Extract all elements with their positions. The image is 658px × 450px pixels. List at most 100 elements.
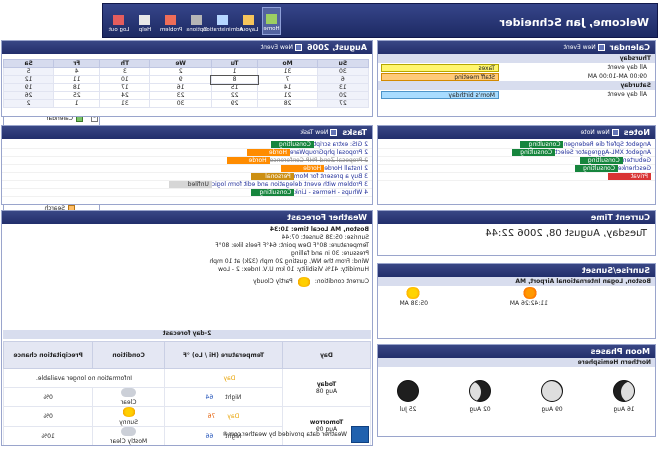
calendar-day-cell[interactable]: 15	[211, 83, 258, 92]
calendar-day-cell[interactable]: 26	[3, 91, 54, 100]
category-label: Consulting	[270, 141, 314, 148]
moon-hemisphere: Northern Hemisphere	[378, 358, 655, 367]
calendar-day-cell[interactable]: 1	[53, 99, 100, 108]
forecast-column: Condition	[92, 341, 165, 369]
list-item[interactable]: 2 GIS: extra script Consulting	[2, 141, 372, 149]
calendar-day-cell[interactable]: 30	[317, 67, 369, 76]
calendar-day-cell[interactable]: 22	[211, 91, 258, 100]
calendar-day-cell[interactable]: 31	[99, 99, 150, 108]
calendar-day-cell[interactable]: 10	[99, 75, 150, 84]
calendar-day-cell[interactable]: 3	[99, 67, 150, 76]
list-item[interactable]: 2 Proposal phpGroupWare Horde	[2, 149, 372, 157]
nav-home[interactable]: Home	[262, 7, 281, 35]
calendar-day-cell[interactable]: 16	[149, 83, 212, 92]
list-item[interactable]: Geburten Consulting	[378, 157, 655, 165]
calendar-day-cell[interactable]: 23	[149, 91, 212, 100]
calendar-event[interactable]: All day event Taxes	[378, 63, 655, 72]
forecast-precipitation: 10%	[3, 426, 93, 446]
moon-phases-panel: Moon Phases Northern Hemisphere 25 Jul 02…	[377, 344, 656, 437]
calendar-day-cell[interactable]: 2	[3, 99, 54, 108]
weekday-header: Mo	[257, 59, 318, 68]
help-icon	[139, 15, 151, 25]
calendar-day-cell[interactable]: 8	[210, 74, 259, 85]
calendar-day-saturday: Saturday	[378, 81, 655, 90]
new-task-icon	[330, 129, 338, 136]
item-title: 2 Proposal phpGroupWare	[289, 149, 368, 156]
item-title: Angebot Spfeif die Redengen	[563, 141, 651, 148]
forecast-precipitation: 0%	[3, 387, 93, 407]
calendar-day-cell[interactable]: 31	[257, 67, 318, 76]
new-note-icon	[611, 129, 619, 136]
calendar-day-cell[interactable]: 12	[3, 75, 54, 84]
calendar-day-cell[interactable]: 11	[53, 75, 100, 84]
nav-logout[interactable]: Log out	[106, 7, 132, 35]
current-time-panel: Current Time Tuesday, August 08, 2006 22…	[377, 210, 656, 256]
list-item[interactable]: 4 Whups - Hermes - Link Consulting	[2, 189, 372, 197]
layout-icon	[243, 15, 255, 25]
calendar-day-cell[interactable]: 5	[3, 67, 54, 76]
new-note-link[interactable]: New Note	[581, 129, 619, 136]
top-navigation: Home Layout Administration Options Probl…	[106, 7, 281, 35]
list-item[interactable]: Angebot XML-Aggregator Select Consulting	[378, 149, 655, 157]
nav-help[interactable]: Help	[132, 7, 158, 35]
list-item[interactable]: Geschenke Consulting	[378, 165, 655, 173]
calendar-day-cell[interactable]: 6	[317, 75, 369, 84]
item-title: 2 Install Horde	[324, 165, 368, 172]
calendar-day-cell[interactable]: 25	[53, 91, 100, 100]
nav-problem[interactable]: Problem	[158, 7, 184, 35]
calendar-day-cell[interactable]: 19	[3, 83, 54, 92]
moon-phase-icon	[541, 380, 563, 402]
item-title: 4 Whups - Hermes - Link	[294, 189, 368, 196]
calendar-day-cell[interactable]: 1	[211, 67, 258, 76]
calendar-day-cell[interactable]: 29	[211, 99, 258, 108]
calendar-day-cell[interactable]: 4	[53, 67, 100, 76]
nav-options[interactable]: Options	[184, 7, 210, 35]
list-item[interactable]: 2 Install Horde Horde	[2, 165, 372, 173]
weather-temperature: Temperature: 80°F Dew point: 64°F Feels …	[215, 242, 369, 249]
new-task-link[interactable]: New Task	[300, 129, 338, 136]
calendar-day-cell[interactable]: 24	[99, 91, 150, 100]
nav-administration[interactable]: Administration	[203, 7, 243, 35]
administration-icon	[217, 15, 229, 25]
list-item[interactable]: 2 Proposal Zend PHP Conference Horde	[2, 157, 372, 165]
calendar-day-cell[interactable]: 17	[99, 83, 150, 92]
list-item[interactable]: 3 Problem with event delegation and edit…	[2, 181, 372, 189]
welcome-title: Welcome, Jan Schneider	[499, 16, 649, 29]
item-title: Angebot XML-Aggregator Select	[555, 149, 651, 156]
month-title: August, 2006	[307, 43, 367, 52]
calendar-day-cell[interactable]: 7	[257, 75, 318, 84]
calendar-day-cell[interactable]: 9	[149, 75, 212, 84]
list-item[interactable]: Angebot Spfeif die Redengen Consulting	[378, 141, 655, 149]
home-icon	[266, 14, 277, 24]
moon-phase-date: 25 Jul	[399, 406, 417, 413]
moon-phase-icon	[397, 380, 419, 402]
calendar-new-event-link[interactable]: New Event	[564, 44, 605, 51]
calendar-day-cell[interactable]: 30	[149, 99, 212, 108]
forecast-column: Day	[282, 341, 371, 369]
calendar-event[interactable]: All day event Mom's birthday	[378, 90, 655, 99]
moon-phases-title: Moon Phases	[590, 347, 650, 356]
calendar-day-cell[interactable]: 27	[317, 99, 369, 108]
tasks-panel: Tasks New Task 2 GIS: extra script Consul…	[1, 125, 373, 205]
calendar-day-cell[interactable]: 2	[149, 67, 212, 76]
calendar-event[interactable]: 09:00 AM-10:00 AM Staff meeting	[378, 72, 655, 81]
list-item[interactable]: Privat	[378, 173, 655, 181]
partly-cloudy-icon	[296, 277, 311, 287]
problem-icon	[165, 15, 177, 25]
weekday-header: We	[149, 59, 212, 68]
calendar-day-cell[interactable]: 28	[257, 99, 318, 108]
weather-title: Weather Forecast	[287, 213, 367, 222]
calendar-day-cell[interactable]: 13	[317, 83, 369, 92]
weather-provider: Weather data provided by weather.com®	[222, 426, 369, 443]
calendar-day-cell[interactable]: 21	[257, 91, 318, 100]
category-label: Consulting	[579, 157, 623, 164]
weather-pressure: Pressure: 30 in and falling	[290, 250, 369, 257]
list-item[interactable]: 3 Buy a present for Mom Personal	[2, 173, 372, 181]
calendar-day-cell[interactable]: 20	[317, 91, 369, 100]
forecast-period: Day	[227, 413, 240, 420]
calendar-day-cell[interactable]: 18	[53, 83, 100, 92]
calendar-day-cell[interactable]: 14	[257, 83, 318, 92]
new-event-link[interactable]: New Event	[261, 44, 303, 51]
weekday-header: Su	[317, 59, 369, 68]
moon-light	[621, 381, 635, 402]
